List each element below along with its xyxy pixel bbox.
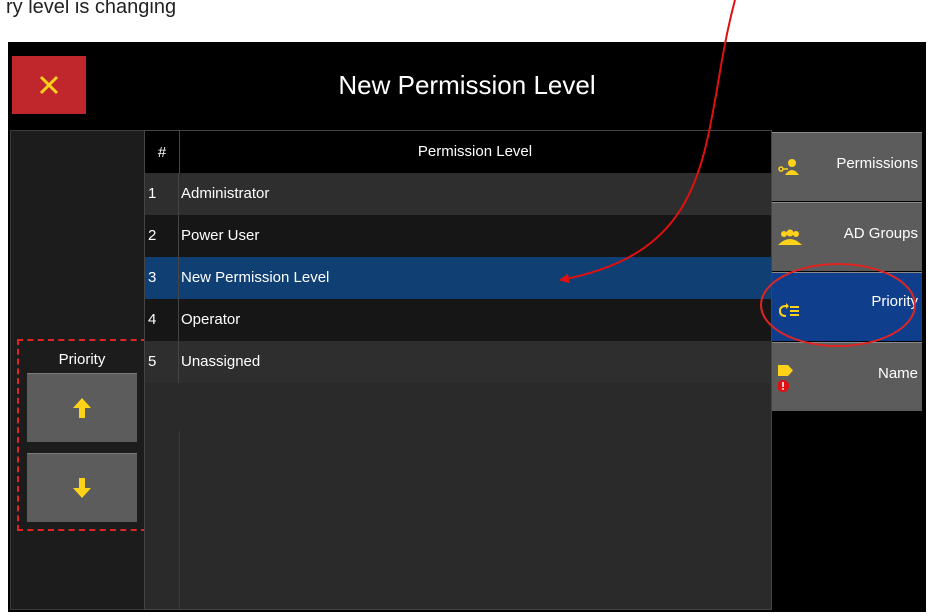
- priority-panel: Priority: [10, 130, 147, 610]
- arrow-down-icon: [73, 478, 91, 498]
- row-number: 5: [145, 341, 179, 383]
- row-number: 3: [145, 257, 179, 299]
- nav-label: Permissions: [836, 155, 918, 172]
- column-header-permission-level: Permission Level: [417, 143, 533, 160]
- column-divider: [179, 431, 180, 609]
- priority-controls-highlight: Priority: [17, 339, 147, 531]
- row-permission-level: New Permission Level: [181, 269, 330, 286]
- permission-level-table: # Permission Level 1 Administrator 2 Pow…: [144, 130, 772, 610]
- priority-order-icon: [778, 303, 799, 317]
- app-window: New Permission Level Priority # Permissi…: [8, 42, 926, 612]
- column-header-number: #: [145, 131, 180, 173]
- side-nav: Permissions AD Groups Priority Name: [772, 130, 926, 608]
- nav-permissions-button[interactable]: Permissions: [772, 132, 922, 201]
- nav-label: Priority: [871, 293, 918, 310]
- row-number: 2: [145, 215, 179, 257]
- table-row[interactable]: 4 Operator: [145, 299, 771, 341]
- priority-label: Priority: [58, 351, 106, 368]
- row-permission-level: Unassigned: [181, 353, 261, 370]
- nav-ad-groups-button[interactable]: AD Groups: [772, 202, 922, 271]
- row-permission-level: Operator: [181, 311, 241, 328]
- nav-priority-button[interactable]: Priority: [772, 272, 922, 341]
- table-header: # Permission Level: [145, 131, 771, 173]
- row-permission-level: Power User: [181, 227, 260, 244]
- tag-warning-icon: [778, 365, 793, 392]
- table-row[interactable]: 5 Unassigned: [145, 341, 771, 383]
- row-number: 4: [145, 299, 179, 341]
- table-row[interactable]: 1 Administrator: [145, 173, 771, 215]
- header: New Permission Level: [8, 42, 926, 128]
- nav-name-button[interactable]: Name: [772, 342, 922, 411]
- page-title: New Permission Level: [338, 70, 596, 100]
- table-row[interactable]: 2 Power User: [145, 215, 771, 257]
- move-down-button[interactable]: [27, 453, 137, 522]
- move-up-button[interactable]: [27, 373, 137, 442]
- caption-text: ry level is changing: [6, 0, 177, 18]
- row-number: 1: [145, 173, 179, 215]
- user-key-icon: [778, 159, 799, 175]
- table-row-selected[interactable]: 3 New Permission Level: [145, 257, 771, 299]
- user-group-icon: [778, 229, 802, 245]
- nav-label: Name: [877, 365, 918, 382]
- arrow-up-icon: [73, 398, 91, 418]
- nav-label: AD Groups: [843, 225, 918, 242]
- row-permission-level: Administrator: [181, 185, 270, 202]
